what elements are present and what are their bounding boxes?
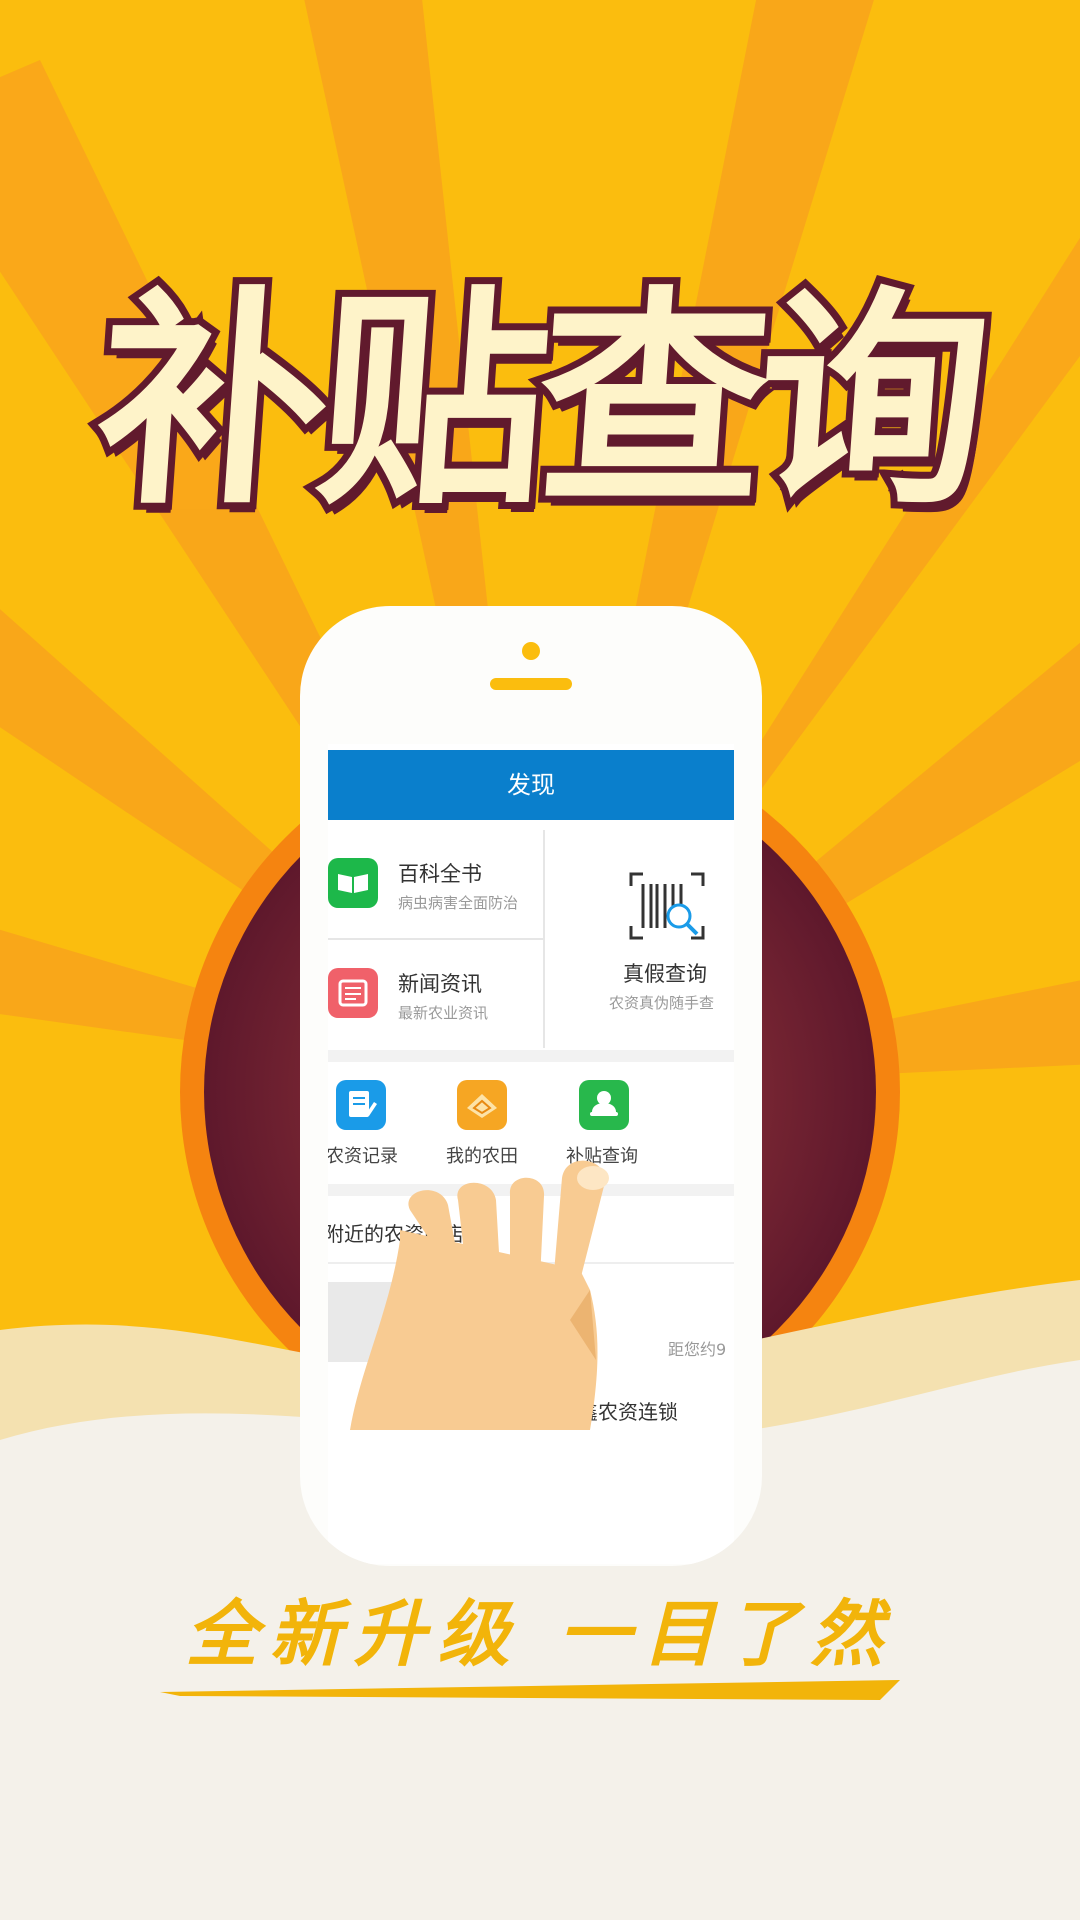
note-edit-icon [336, 1080, 386, 1130]
tile-subtitle: 农资真伪随手查 [609, 994, 715, 1012]
tile-encyclopedia[interactable]: 百科全书 病虫病害全面防治 [328, 830, 543, 938]
distance-text: 距您约9 [668, 1340, 727, 1359]
newspaper-icon [328, 968, 378, 1018]
barcode-scan-icon [629, 872, 705, 940]
tile-authenticity-check[interactable]: 真假查询 农资真伪随手查 [545, 830, 734, 1048]
tile-news[interactable]: 新闻资讯 最新农业资讯 [328, 940, 543, 1048]
subsidy-icon [579, 1080, 629, 1130]
headline: 补贴查询 [82, 262, 995, 543]
camera-dot [522, 642, 540, 660]
feature-grid: 百科全书 病虫病害全面防治 新闻资讯 最新农业资讯 真假查询 农资真伪随手查 [328, 830, 734, 1048]
speaker-slot [490, 678, 572, 690]
section-separator [328, 1050, 734, 1062]
page-title: 发现 [328, 750, 734, 820]
book-icon [328, 858, 378, 908]
tile-title: 真假查询 [623, 962, 707, 986]
tile-subtitle: 病虫病害全面防治 [398, 894, 519, 912]
tile-title: 新闻资讯 [398, 972, 482, 996]
tile-title: 百科全书 [398, 862, 482, 886]
farmland-icon [457, 1080, 507, 1130]
pointing-hand [350, 1160, 609, 1430]
slogan: 全新升级 一目了然 [185, 1591, 895, 1676]
tile-subtitle: 最新农业资讯 [398, 1004, 489, 1022]
